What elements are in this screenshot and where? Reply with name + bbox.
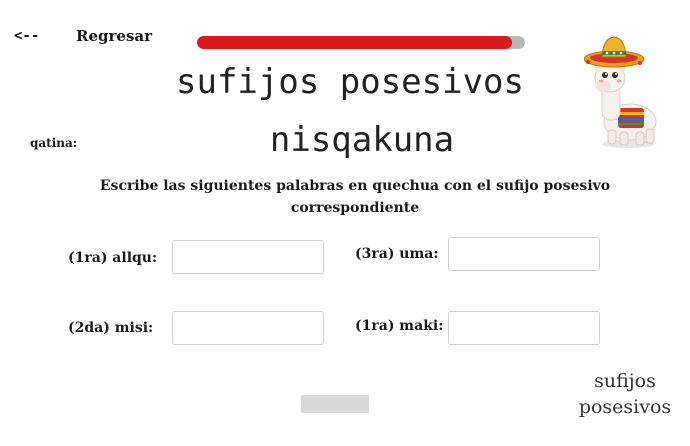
back-link[interactable]: Regresar: [76, 27, 152, 45]
exercise-label-allqu: (1ra) allqu:: [68, 250, 158, 266]
answer-input-allqu[interactable]: [172, 240, 324, 274]
llama-sombrero-icon: [584, 36, 657, 148]
exercise-label-maki: (1ra) maki:: [355, 318, 444, 334]
corner-label: sufijos posesivos: [570, 368, 680, 420]
qatina-label: qatina:: [30, 136, 78, 150]
instructions-text: Escribe las siguientes palabras en quech…: [99, 178, 611, 216]
answer-input-misi[interactable]: [172, 311, 324, 345]
corner-label-line2: posesivos: [578, 396, 672, 418]
exercise-label-uma: (3ra) uma:: [355, 246, 439, 262]
corner-label-line1: sufijos: [594, 370, 656, 392]
check-button[interactable]: [301, 395, 369, 413]
answer-input-uma[interactable]: [448, 237, 600, 271]
back-arrow[interactable]: <--: [14, 28, 39, 44]
progress-bar: [197, 36, 525, 49]
progress-fill: [197, 36, 512, 49]
exercise-label-misi: (2da) misi:: [68, 320, 154, 336]
answer-input-maki[interactable]: [448, 311, 600, 345]
